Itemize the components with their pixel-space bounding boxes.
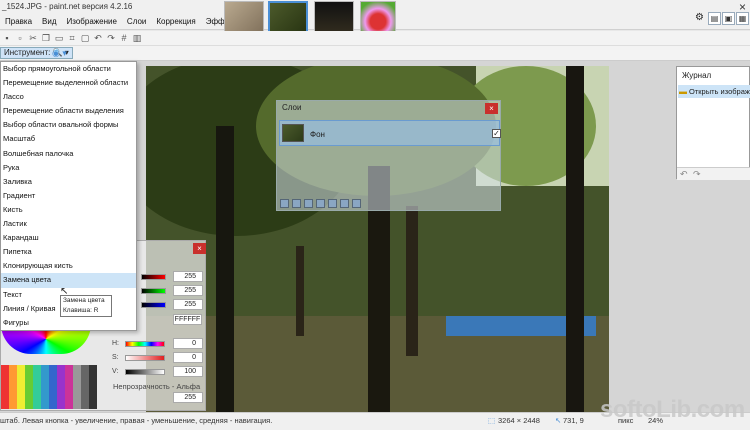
copy-icon[interactable]: ❐: [41, 33, 51, 43]
grid-icon[interactable]: #: [119, 33, 129, 43]
saturation-label: S:: [112, 354, 119, 361]
tool-ellipse-select[interactable]: Выбор области овальной формы: [1, 118, 136, 132]
tools-window-toggle-icon[interactable]: ▤: [708, 12, 721, 25]
tool-recolor[interactable]: Замена цвета: [1, 273, 136, 288]
tool-eraser[interactable]: Ластик: [1, 217, 136, 231]
colors-close-icon[interactable]: ×: [193, 243, 206, 254]
cursor-position-icon: ↖: [555, 416, 562, 425]
opacity-value-input[interactable]: 255: [173, 392, 203, 403]
tool-lasso-select[interactable]: Лассо: [1, 90, 136, 104]
menu-image[interactable]: Изображение: [62, 16, 122, 28]
cursor-position: 731, 9: [563, 416, 584, 425]
layer-properties-icon[interactable]: [352, 199, 361, 208]
layer-visibility-checkbox[interactable]: ✓: [492, 129, 501, 138]
folder-icon: ▬: [679, 87, 687, 96]
paste-icon[interactable]: ▭: [54, 33, 64, 43]
tool-move-selection[interactable]: Перемещение области выделения: [1, 104, 136, 118]
layers-window-title: Слои: [282, 103, 302, 112]
delete-layer-icon[interactable]: [292, 199, 301, 208]
image-size: 3264 × 2448: [498, 416, 540, 425]
save-icon[interactable]: ▪: [2, 33, 12, 43]
main-toolbar: ▪ ▫ ✂ ❐ ▭ ⌗ ▢ ↶ ↷ # ▥: [0, 31, 750, 46]
history-undo-icon[interactable]: ↶: [680, 169, 688, 180]
image-size-icon: ⬚: [488, 416, 496, 425]
saturation-value-input[interactable]: 0: [173, 352, 203, 363]
duplicate-layer-icon[interactable]: [304, 199, 313, 208]
merge-layer-icon[interactable]: [316, 199, 325, 208]
hue-label: H:: [112, 340, 119, 347]
layers-window: Слои × Фон ✓: [276, 100, 501, 211]
tooltip: Замена цвета Клавиша: R: [60, 295, 112, 317]
green-slider[interactable]: [141, 288, 166, 294]
red-value-input[interactable]: 255: [173, 271, 203, 282]
tool-move-selected[interactable]: Перемещение выделенной области: [1, 76, 136, 90]
deselect-icon[interactable]: ▢: [80, 33, 90, 43]
tool-zoom[interactable]: Масштаб: [1, 132, 136, 146]
layers-toolbar: [280, 199, 361, 208]
layer-name: Фон: [310, 130, 325, 139]
tool-rectangle-select[interactable]: Выбор прямоугольной области: [1, 62, 136, 76]
menu-layers[interactable]: Слои: [122, 16, 151, 28]
green-value-input[interactable]: 255: [173, 285, 203, 296]
watermark: softoLib.com: [600, 396, 745, 423]
value-value-input[interactable]: 100: [173, 366, 203, 377]
blend-mode-icon[interactable]: ◉ ▾: [52, 48, 67, 59]
status-hint: штаб. Левая кнопка - увеличение, правая …: [0, 416, 273, 425]
layer-thumbnail: [282, 124, 304, 142]
ruler-icon[interactable]: ▥: [132, 33, 142, 43]
tools-dropdown: Выбор прямоугольной области Перемещение …: [0, 61, 137, 331]
history-footer: ↶ ↷: [677, 167, 750, 180]
tooltip-title: Замена цвета: [63, 297, 105, 304]
blue-slider[interactable]: [141, 302, 166, 308]
tool-selector-label: Инструмент:: [4, 48, 51, 57]
print-icon[interactable]: ▫: [15, 33, 25, 43]
redo-icon[interactable]: ↷: [106, 33, 116, 43]
title-bar: _1524.JPG - paint.net версия 4.2.16 Прав…: [0, 0, 750, 42]
crop-icon[interactable]: ⌗: [67, 33, 77, 43]
hue-value-input[interactable]: 0: [173, 338, 203, 349]
menu-view[interactable]: Вид: [37, 16, 61, 28]
window-title: _1524.JPG - paint.net версия 4.2.16: [2, 2, 133, 11]
tooltip-shortcut: Клавиша: R: [63, 307, 99, 314]
tool-shapes[interactable]: Фигуры: [1, 316, 136, 330]
tool-pencil[interactable]: Карандаш: [1, 231, 136, 245]
layers-close-icon[interactable]: ×: [485, 103, 498, 114]
color-palette[interactable]: [1, 365, 97, 409]
undo-icon[interactable]: ↶: [93, 33, 103, 43]
opacity-label: Непрозрачность - Альфа: [113, 382, 201, 391]
tool-color-picker[interactable]: Пипетка: [1, 245, 136, 259]
value-label: V:: [112, 368, 119, 375]
tool-options-bar: Инструмент: 🔍 ▾ ◉ ▾: [0, 46, 750, 61]
add-layer-icon[interactable]: [280, 199, 289, 208]
tool-paintbrush[interactable]: Кисть: [1, 203, 136, 217]
menu-edit[interactable]: Правка: [0, 16, 37, 28]
move-layer-up-icon[interactable]: [328, 199, 337, 208]
tool-pan[interactable]: Рука: [1, 161, 136, 175]
red-slider[interactable]: [141, 274, 166, 280]
value-slider[interactable]: [125, 369, 165, 375]
blue-value-input[interactable]: 255: [173, 299, 203, 310]
hue-slider[interactable]: [125, 341, 165, 347]
close-window-icon[interactable]: ×: [739, 0, 746, 14]
tool-paint-bucket[interactable]: Заливка: [1, 175, 136, 189]
history-item-open-image[interactable]: Открыть изображение: [678, 85, 750, 98]
cut-icon[interactable]: ✂: [28, 33, 38, 43]
hex-input[interactable]: FFFFFF: [173, 314, 202, 325]
move-layer-down-icon[interactable]: [340, 199, 349, 208]
saturation-slider[interactable]: [125, 355, 165, 361]
tool-gradient[interactable]: Градиент: [1, 189, 136, 203]
history-redo-icon[interactable]: ↷: [693, 169, 701, 180]
menu-bar: Правка Вид Изображение Слои Коррекция Эф…: [0, 16, 247, 28]
tool-clone-stamp[interactable]: Клонирующая кисть: [1, 259, 136, 273]
tool-magic-wand[interactable]: Волшебная палочка: [1, 147, 136, 161]
history-window-title: Журнал: [682, 71, 712, 80]
layer-row-background[interactable]: Фон ✓: [279, 120, 501, 146]
settings-gear-icon[interactable]: ⚙: [695, 12, 704, 23]
menu-adjustments[interactable]: Коррекция: [151, 16, 200, 28]
history-window: Журнал Открыть изображение ▬ ↶ ↷: [676, 66, 750, 180]
history-window-toggle-icon[interactable]: ▣: [722, 12, 735, 25]
